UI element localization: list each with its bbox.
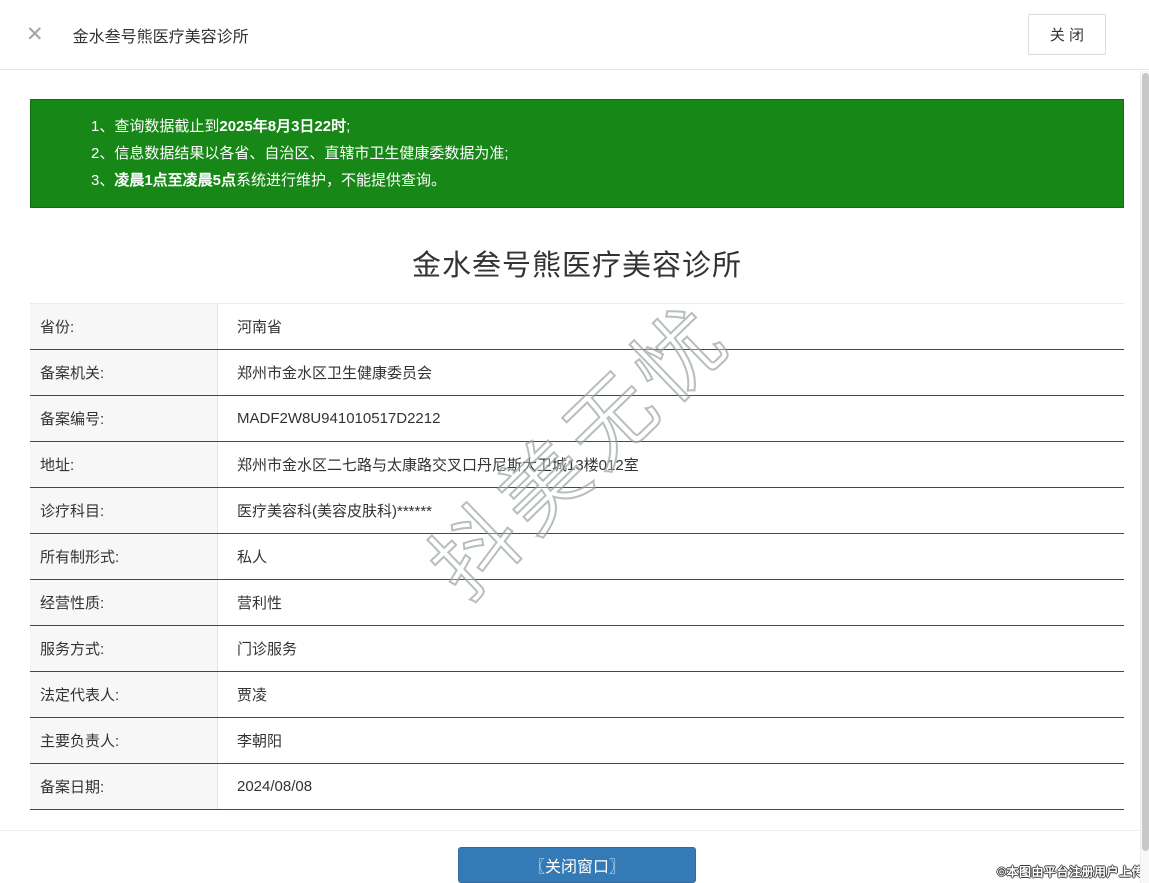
row-label: 备案日期: [30, 764, 218, 809]
window-title: 金水叁号熊医疗美容诊所 [72, 28, 249, 46]
info-table: 省份: 河南省 备案机关: 郑州市金水区卫生健康委员会 备案编号: MADF2W… [30, 303, 1124, 810]
row-value: 李朝阳 [237, 733, 283, 750]
row-label: 省份: [30, 304, 218, 349]
table-row-filing-authority: 备案机关: 郑州市金水区卫生健康委员会 [30, 350, 1124, 396]
table-row-ownership: 所有制形式: 私人 [30, 534, 1124, 580]
notice-line-number: 3、 [91, 172, 115, 189]
row-value: 医疗美容科(美容皮肤科)****** [237, 503, 433, 520]
footer-button-area: 〖关闭窗口〗 [30, 847, 1124, 883]
header-close-button[interactable]: 关 闭 [1027, 14, 1106, 55]
row-value: 贾凌 [237, 687, 268, 704]
scrollbar[interactable] [1140, 71, 1149, 883]
table-row-main-person-in-charge: 主要负责人: 李朝阳 [30, 718, 1124, 764]
row-label: 法定代表人: [30, 672, 218, 717]
notice-line-number: 1、 [91, 118, 115, 135]
notice-line-1: 1、查询数据截止到2025年8月3日22时; [91, 113, 1103, 140]
table-row-address: 地址: 郑州市金水区二七路与太康路交叉口丹尼斯大卫城13楼012室 [30, 442, 1124, 488]
table-row-legal-representative: 法定代表人: 贾凌 [30, 672, 1124, 718]
table-row-medical-subjects: 诊疗科目: 医疗美容科(美容皮肤科)****** [30, 488, 1124, 534]
table-row-business-nature: 经营性质: 营利性 [30, 580, 1124, 626]
content-area: 1、查询数据截止到2025年8月3日22时; 2、信息数据结果以各省、自治区、直… [0, 99, 1149, 883]
close-window-button[interactable]: 〖关闭窗口〗 [458, 847, 696, 883]
table-row-service-mode: 服务方式: 门诊服务 [30, 626, 1124, 672]
row-value: 郑州市金水区卫生健康委员会 [237, 365, 433, 382]
row-value: 门诊服务 [237, 641, 298, 658]
row-label: 主要负责人: [30, 718, 218, 763]
table-row-province: 省份: 河南省 [30, 304, 1124, 350]
row-label: 所有制形式: [30, 534, 218, 579]
scrollbar-thumb[interactable] [1142, 73, 1149, 851]
row-label: 经营性质: [30, 580, 218, 625]
popup-window: ✕ 金水叁号熊医疗美容诊所 关 闭 1、查询数据截止到2025年8月3日22时;… [0, 0, 1149, 883]
notice-line-text: 系统进行维护，不能提供查询。 [236, 172, 447, 189]
close-icon[interactable]: ✕ [26, 24, 44, 45]
table-row-filing-number: 备案编号: MADF2W8U941010517D2212 [30, 396, 1124, 442]
row-value: 郑州市金水区二七路与太康路交叉口丹尼斯大卫城13楼012室 [237, 457, 639, 474]
row-value: 河南省 [237, 319, 283, 336]
row-value: MADF2W8U941010517D2212 [237, 410, 441, 427]
row-label: 备案机关: [30, 350, 218, 395]
notice-line-bold: 凌晨1点至凌晨5点 [114, 172, 237, 189]
table-row-filing-date: 备案日期: 2024/08/08 [30, 764, 1124, 810]
row-value: 私人 [237, 549, 268, 566]
row-label: 地址: [30, 442, 218, 487]
notice-line-text: 信息数据结果以各省、自治区、直辖市卫生健康委数据为准; [114, 145, 509, 162]
header: ✕ 金水叁号熊医疗美容诊所 关 闭 [0, 0, 1149, 70]
notice-line-text: 查询数据截止到 [114, 118, 220, 135]
copyright-note: ©本图由平台注册用户上传 [997, 865, 1144, 879]
notice-line-3: 3、凌晨1点至凌晨5点系统进行维护，不能提供查询。 [91, 167, 1103, 194]
notice-line-bold: 2025年8月3日22时 [219, 118, 347, 135]
row-label: 服务方式: [30, 626, 218, 671]
notice-banner: 1、查询数据截止到2025年8月3日22时; 2、信息数据结果以各省、自治区、直… [30, 99, 1124, 208]
row-label: 诊疗科目: [30, 488, 218, 533]
row-value: 营利性 [237, 595, 283, 612]
bottom-divider [0, 830, 1149, 831]
notice-line-text: ; [346, 118, 351, 135]
row-label: 备案编号: [30, 396, 218, 441]
notice-line-2: 2、信息数据结果以各省、自治区、直辖市卫生健康委数据为准; [91, 140, 1103, 167]
notice-line-number: 2、 [91, 145, 115, 162]
row-value: 2024/08/08 [237, 778, 313, 795]
page-title: 金水叁号熊医疗美容诊所 [411, 250, 742, 282]
